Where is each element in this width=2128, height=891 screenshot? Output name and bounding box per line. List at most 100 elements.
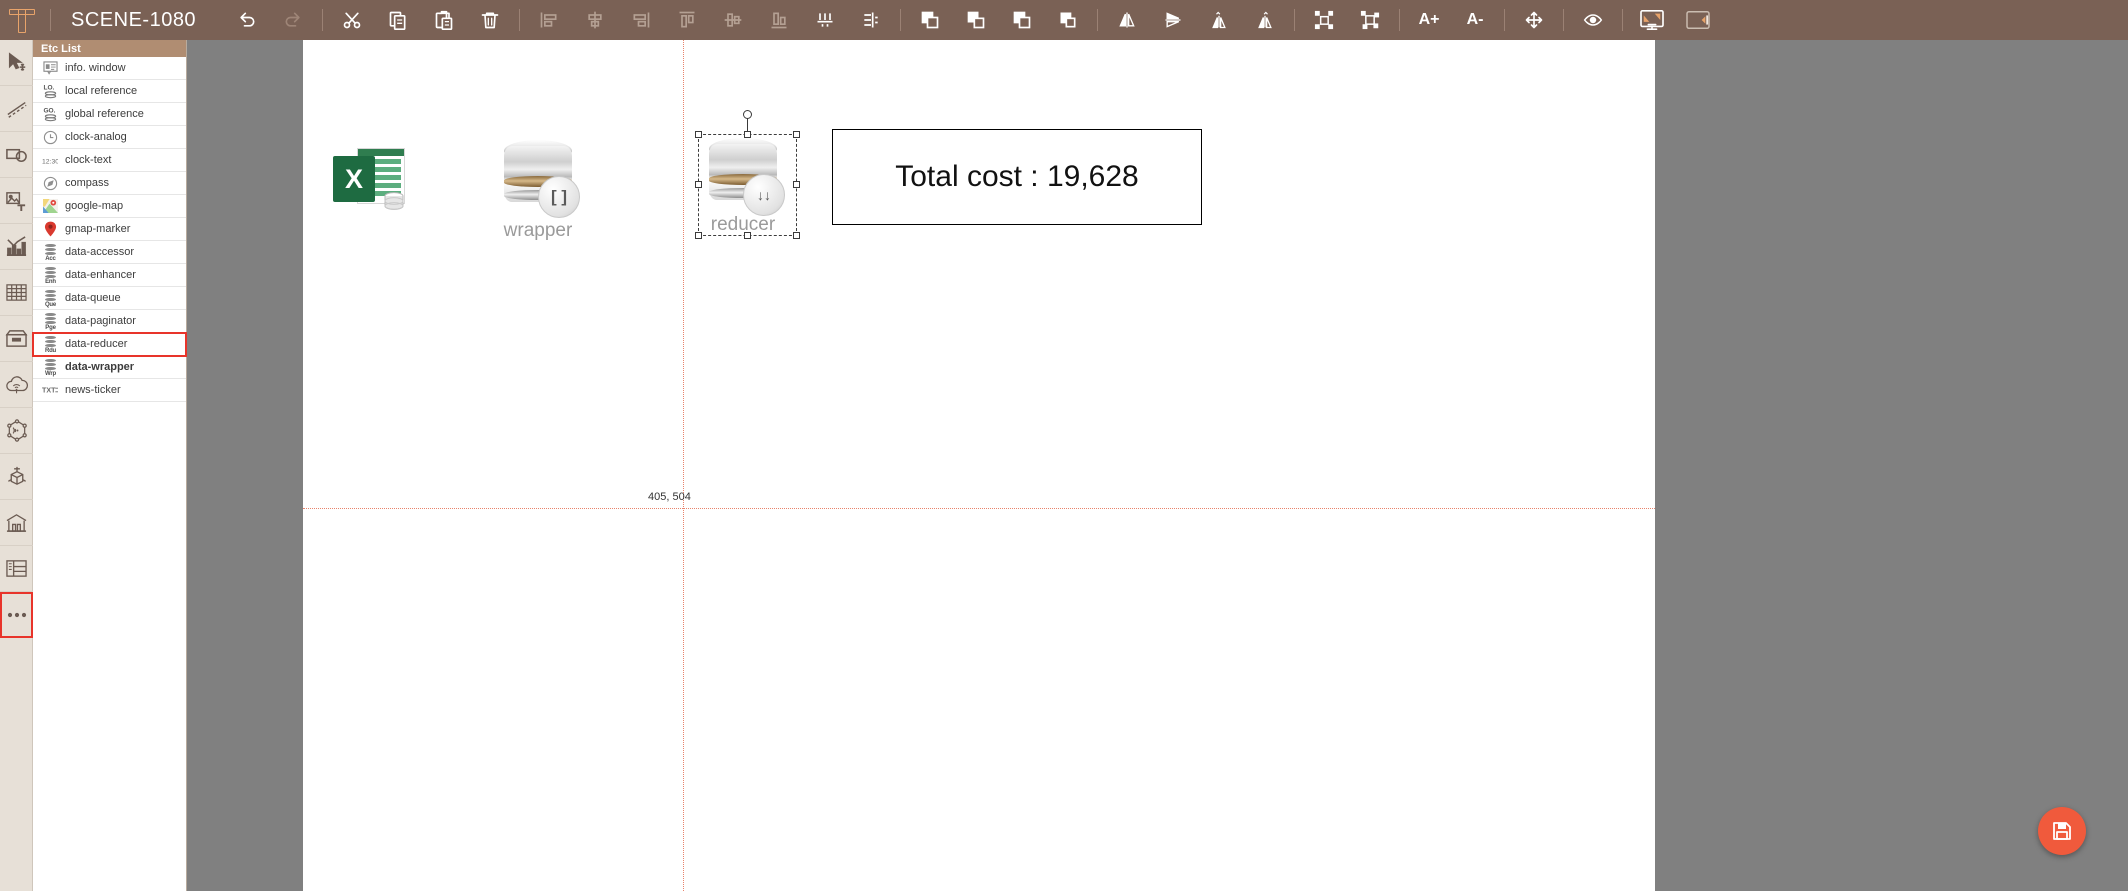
wrapper-cylinder-icon: [ ] xyxy=(498,140,580,218)
rect-circle-icon xyxy=(6,148,27,162)
list-item-label: clock-analog xyxy=(65,131,127,143)
wrapper-object[interactable]: [ ] wrapper xyxy=(498,140,580,241)
align-middle-vertical-button[interactable] xyxy=(710,0,756,40)
sidebar-item-select-tool[interactable] xyxy=(0,40,33,86)
toolbar-divider xyxy=(519,9,521,31)
paste-button[interactable] xyxy=(421,0,467,40)
list-item[interactable]: google-map xyxy=(33,195,186,218)
database-abbr: Wrp xyxy=(45,371,56,377)
resize-handle-ne[interactable] xyxy=(793,131,800,138)
font-decrease-button[interactable]: A- xyxy=(1452,0,1498,40)
list-item-label: data-queue xyxy=(65,292,121,304)
send-to-back-button[interactable] xyxy=(1045,0,1091,40)
bring-to-front-button[interactable] xyxy=(907,0,953,40)
clock-text-icon: 12:30 xyxy=(42,158,58,165)
sensor-network-icon xyxy=(6,419,27,442)
sidebar-item-layout-tool[interactable] xyxy=(0,546,33,592)
distribute-horizontal-button[interactable] xyxy=(802,0,848,40)
list-item[interactable]: 12:30 clock-text xyxy=(33,149,186,172)
align-bottom-button[interactable] xyxy=(756,0,802,40)
delete-button[interactable] xyxy=(467,0,513,40)
database-icon: Wrp xyxy=(42,358,58,377)
align-top-button[interactable] xyxy=(664,0,710,40)
excel-data-object[interactable]: X xyxy=(333,148,405,210)
resize-handle-w[interactable] xyxy=(695,181,702,188)
canvas-page[interactable]: 405, 504 X [] wrapper ↓↓ reducer Total … xyxy=(303,40,1655,891)
list-item[interactable]: clock-analog xyxy=(33,126,186,149)
resize-handle-nw[interactable] xyxy=(695,131,702,138)
list-item[interactable]: Acc data-accessor xyxy=(33,241,186,264)
sidebar-item-more-tools[interactable] xyxy=(0,592,33,638)
resize-handle-n[interactable] xyxy=(744,131,751,138)
list-item[interactable]: compass xyxy=(33,172,186,195)
preview-button[interactable] xyxy=(1629,0,1675,40)
group-button[interactable] xyxy=(1301,0,1347,40)
font-increase-button[interactable]: A+ xyxy=(1406,0,1452,40)
toggle-panel-button[interactable] xyxy=(1675,0,1721,40)
resize-handle-s[interactable] xyxy=(744,232,751,239)
save-disk-icon xyxy=(2053,822,2071,840)
visibility-button[interactable] xyxy=(1570,0,1616,40)
send-backward-button[interactable] xyxy=(999,0,1045,40)
list-item[interactable]: Enh data-enhancer xyxy=(33,264,186,287)
list-item[interactable]: LO. local reference xyxy=(33,80,186,103)
svg-text:TXT: TXT xyxy=(42,387,56,395)
toolbar-divider xyxy=(1097,9,1099,31)
sidebar-item-table-tool[interactable] xyxy=(0,270,33,316)
resize-handle-sw[interactable] xyxy=(695,232,702,239)
list-item[interactable]: Rdu data-reducer xyxy=(32,332,187,357)
undo-button[interactable] xyxy=(224,0,270,40)
news-ticker-icon: TXT xyxy=(42,387,58,395)
rotate-left-button[interactable] xyxy=(1196,0,1242,40)
list-item[interactable]: Que data-queue xyxy=(33,287,186,310)
top-toolbar: SCENE-1080 A+ A- xyxy=(0,0,2128,40)
guide-vertical xyxy=(683,40,684,891)
rotate-handle[interactable] xyxy=(743,110,752,119)
rotate-right-button[interactable] xyxy=(1242,0,1288,40)
bring-forward-button[interactable] xyxy=(953,0,999,40)
move-button[interactable] xyxy=(1511,0,1557,40)
sidebar-item-cloud-tool[interactable] xyxy=(0,362,33,408)
flip-vertical-button[interactable] xyxy=(1150,0,1196,40)
align-right-button[interactable] xyxy=(618,0,664,40)
canvas-area[interactable]: 405, 504 X [] wrapper ↓↓ reducer Total … xyxy=(188,40,2128,891)
sidebar-item-network-tool[interactable] xyxy=(0,408,33,454)
list-item-label: compass xyxy=(65,177,110,189)
list-item[interactable]: info. window xyxy=(33,57,186,80)
align-center-horizontal-button[interactable] xyxy=(572,0,618,40)
t-logo-icon xyxy=(9,7,35,33)
excel-x-letter: X xyxy=(333,156,375,202)
sidebar-item-facility-tool[interactable] xyxy=(0,500,33,546)
database-icon: Que xyxy=(43,289,58,308)
save-button[interactable] xyxy=(2038,807,2086,855)
list-item[interactable]: gmap-marker xyxy=(33,218,186,241)
database-badge-icon xyxy=(381,190,407,214)
compass-icon xyxy=(42,174,58,192)
gmap-marker-icon xyxy=(42,220,58,238)
list-item[interactable]: GO. global reference xyxy=(33,103,186,126)
flip-horizontal-button[interactable] xyxy=(1104,0,1150,40)
list-item[interactable]: Wrp data-wrapper xyxy=(33,356,186,379)
sidebar-item-box-tool[interactable] xyxy=(0,316,33,362)
clock-analog-icon xyxy=(43,130,57,144)
redo-button[interactable] xyxy=(270,0,316,40)
sidebar-item-cube-tool[interactable] xyxy=(0,454,33,500)
cloud-wifi-icon xyxy=(5,375,28,393)
align-left-button[interactable] xyxy=(526,0,572,40)
total-cost-textbox[interactable]: Total cost : 19,628 xyxy=(832,129,1202,225)
database-icon: Acc xyxy=(42,243,58,262)
sidebar-item-chart-tool[interactable] xyxy=(0,224,33,270)
sidebar-item-image-text-tool[interactable] xyxy=(0,178,33,224)
etc-list: info. window LO. local reference GO. global … xyxy=(32,57,187,402)
ungroup-button[interactable] xyxy=(1347,0,1393,40)
list-item-label: info. window xyxy=(65,62,126,74)
cut-button[interactable] xyxy=(329,0,375,40)
resize-handle-e[interactable] xyxy=(793,181,800,188)
list-item[interactable]: TXT news-ticker xyxy=(33,379,186,402)
list-item[interactable]: Pge data-paginator xyxy=(33,310,186,333)
copy-button[interactable] xyxy=(375,0,421,40)
sidebar-item-line-tool[interactable] xyxy=(0,86,33,132)
resize-handle-se[interactable] xyxy=(793,232,800,239)
sidebar-item-shape-tool[interactable] xyxy=(0,132,33,178)
distribute-vertical-button[interactable] xyxy=(848,0,894,40)
